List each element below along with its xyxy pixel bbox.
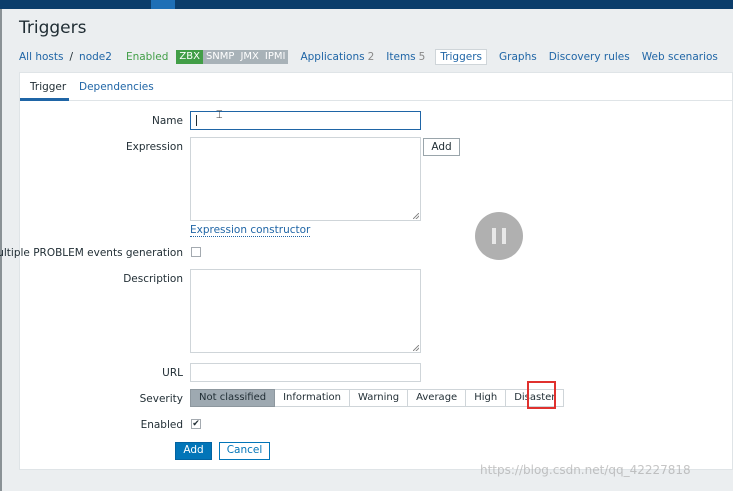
host-status[interactable]: Enabled	[126, 51, 168, 63]
pause-bar-left	[492, 228, 496, 244]
url-label: URL	[162, 367, 183, 379]
nav-discovery-rules-label: Discovery rules	[548, 51, 630, 63]
severity-information[interactable]: Information	[275, 389, 350, 407]
severity-not-classified[interactable]: Not classified	[190, 389, 276, 407]
availability-badges: ZBX SNMP JMX IPMI	[176, 50, 289, 64]
top-nav-active-indicator	[151, 0, 175, 9]
expression-label: Expression	[126, 141, 183, 153]
nav-items[interactable]: Items 5	[386, 51, 425, 63]
add-trigger-button[interactable]: Add	[175, 442, 212, 460]
cancel-button[interactable]: Cancel	[219, 442, 270, 460]
severity-label: Severity	[139, 393, 183, 405]
badge-snmp: SNMP	[202, 50, 238, 64]
badge-zbx: ZBX	[176, 50, 203, 64]
nav-graphs-label: Graphs	[499, 51, 537, 63]
breadcrumb-all-hosts[interactable]: All hosts	[19, 51, 64, 63]
form-tabs: Trigger Dependencies	[20, 73, 733, 101]
nav-applications[interactable]: Applications 2	[300, 51, 374, 63]
nav-applications-label: Applications	[300, 51, 365, 63]
pause-bar-right	[502, 228, 506, 244]
badge-jmx: JMX	[237, 50, 262, 64]
enabled-label: Enabled	[140, 419, 183, 431]
add-expression-button[interactable]: Add	[423, 138, 460, 156]
nav-triggers-label: Triggers	[440, 51, 483, 63]
mouse-ibeam-cursor: ⌶	[216, 108, 223, 121]
nav-web-scenarios[interactable]: Web scenarios	[642, 51, 718, 63]
name-input[interactable]	[190, 111, 421, 130]
enabled-checkbox[interactable]: ✔	[191, 419, 201, 429]
top-navigation-bar	[0, 0, 733, 9]
video-pause-icon[interactable]	[475, 212, 523, 260]
host-navigation: All hosts / node2 Enabled ZBX SNMP JMX I…	[19, 48, 718, 66]
nav-web-scenarios-label: Web scenarios	[641, 51, 718, 63]
nav-items-label: Items	[386, 51, 416, 63]
nav-graphs[interactable]: Graphs	[499, 51, 537, 63]
expression-constructor-link[interactable]: Expression constructor	[190, 224, 311, 237]
annotation-highlight-box	[527, 381, 556, 409]
resize-grip-icon[interactable]	[413, 345, 419, 351]
severity-average[interactable]: Average	[408, 389, 467, 407]
watermark: https://blog.csdn.net/qq_42227818	[480, 463, 691, 477]
text-caret	[196, 115, 197, 126]
nav-applications-count: 2	[367, 51, 375, 63]
multiple-problem-label: Multiple PROBLEM events generation	[0, 247, 183, 259]
resize-grip-icon[interactable]	[413, 213, 419, 219]
nav-items-count: 5	[418, 51, 426, 63]
description-label: Description	[123, 273, 183, 285]
breadcrumb-host[interactable]: node2	[79, 51, 112, 63]
url-input[interactable]	[190, 363, 421, 382]
active-tab-indicator	[20, 98, 69, 101]
severity-selector: Not classified Information Warning Avera…	[190, 389, 565, 407]
checkmark-icon: ✔	[192, 419, 200, 429]
name-label: Name	[152, 115, 183, 127]
breadcrumb-separator: /	[69, 51, 74, 63]
badge-ipmi: IPMI	[261, 50, 289, 64]
nav-triggers[interactable]: Triggers	[435, 49, 488, 65]
tab-dependencies[interactable]: Dependencies	[79, 81, 154, 93]
severity-warning[interactable]: Warning	[350, 389, 409, 407]
expression-textarea[interactable]	[190, 137, 421, 221]
nav-discovery-rules[interactable]: Discovery rules	[549, 51, 630, 63]
page-title: Triggers	[19, 18, 87, 38]
tab-trigger[interactable]: Trigger	[30, 81, 66, 93]
multiple-problem-checkbox[interactable]	[191, 247, 201, 257]
severity-high[interactable]: High	[466, 389, 507, 407]
description-textarea[interactable]	[190, 269, 421, 353]
